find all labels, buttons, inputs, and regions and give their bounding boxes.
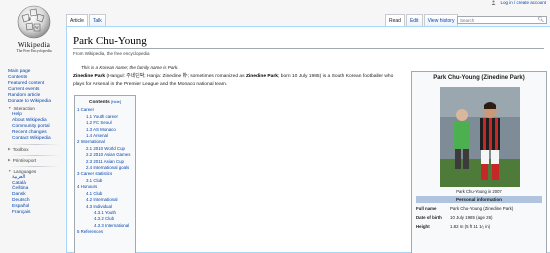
toc-item-link[interactable]: 4.3.2 Club [94, 216, 114, 221]
nav-main-page[interactable]: Main page [8, 69, 30, 74]
title-divider [73, 48, 544, 49]
toc-item-link[interactable]: 4.2 International [86, 197, 118, 202]
infobox-value: Park Chu-Young (Zinedine Park) [450, 206, 514, 211]
toc-item-link[interactable]: 3 Career statistics [77, 171, 112, 176]
toc-item-link[interactable]: 1.3 AS Monaco [86, 127, 116, 132]
hatnote: This is a Korean name; the family name i… [81, 65, 179, 70]
nav-featured-content[interactable]: Featured content [8, 81, 44, 86]
toc-item-link[interactable]: 1.2 FC Seoul [86, 120, 112, 125]
wikipedia-logo[interactable]: Ω W Wikipedia The Free Encyclopedia [6, 4, 62, 62]
toc-hide-link[interactable]: [hide] [111, 99, 121, 104]
toc-item-link[interactable]: 2.4 International goals [86, 165, 129, 170]
nav-random-article[interactable]: Random article [8, 93, 40, 98]
nav-current-events[interactable]: Current events [8, 87, 39, 92]
toc-item-link[interactable]: 2.3 2011 Asian Cup [86, 159, 124, 164]
expanded-triangle-icon: ▼ [8, 168, 12, 173]
player-photo[interactable] [440, 87, 520, 187]
photo-caption: Park Chu-Young in 2007 [456, 189, 502, 194]
nav-recent-changes[interactable]: Recent changes [12, 130, 47, 135]
nav-about[interactable]: About Wikipedia [12, 118, 47, 123]
lead-paragraph: Zinedine Park (Hangul: 주네딘박; Hanja: Zine… [73, 73, 403, 88]
toc-item-link[interactable]: 1.4 Arsenal [86, 133, 108, 138]
toc-item-link[interactable]: 4.3.1 Youth [94, 210, 116, 215]
nav-community-portal[interactable]: Community portal [12, 124, 50, 129]
lead-hangul: (Hangul: 주네딘박; Hanja: Zinedine 朴; someti… [106, 74, 245, 79]
search-input[interactable]: Search 🔍︎ [457, 16, 547, 24]
puzzle-globe-icon: Ω W [17, 5, 51, 39]
lang-link[interactable]: Dansk [12, 192, 26, 197]
toc-item-link[interactable]: 4.1 Club [86, 191, 102, 196]
toc-item-link[interactable]: 3.1 Club [86, 178, 102, 183]
tab-read[interactable]: Read [385, 14, 405, 26]
toc-item-link[interactable]: 4 Honours [77, 184, 97, 189]
sidebar: Ω W Wikipedia The Free Encyclopedia Main… [0, 0, 66, 253]
logo-tagline: The Free Encyclopedia [16, 49, 52, 53]
lang-link[interactable]: Español [12, 204, 29, 209]
nav-main: Main page Contents Featured content Curr… [8, 69, 60, 216]
table-of-contents: Contents [hide] 1 Career 1.1 Youth career… [74, 95, 136, 253]
svg-text:Ω: Ω [28, 16, 31, 21]
infobox-key: Date of birth [416, 215, 442, 220]
infobox-row: Height 1.82 m (5 ft 11 1⁄₂ in) [416, 224, 542, 229]
toc-item-link[interactable]: 2.1 2010 World Cup [86, 146, 125, 151]
toc-item-link[interactable]: 2 International [77, 139, 105, 144]
lead-name-alt: Zinedine Park [245, 74, 279, 79]
site-sub: From Wikipedia, the free encyclopedia [73, 51, 150, 56]
infobox-key: Height [416, 224, 430, 229]
infobox-row: Date of birth 10 July 1985 (age 26) [416, 215, 542, 220]
lang-link[interactable]: العربية [12, 175, 25, 180]
nav-contact[interactable]: Contact Wikipedia [12, 136, 51, 141]
page-title: Park Chu-Young [73, 35, 147, 47]
svg-text:W: W [35, 25, 39, 30]
infobox-row: Full name Park Chu-Young (Zinedine Park) [416, 206, 542, 211]
toc-item-link[interactable]: 1.1 Youth career [86, 114, 118, 119]
toolbox-heading[interactable]: ▶ Toolbox [8, 147, 60, 153]
infobox-value: 1.82 m (5 ft 11 1⁄₂ in) [450, 224, 491, 229]
player-photo-image [440, 87, 520, 187]
infobox-key: Full name [416, 206, 437, 211]
infobox-section-header: Personal information [416, 196, 542, 203]
lang-link[interactable]: Čeština [12, 186, 28, 191]
namespace-tabs: Article Talk [66, 14, 107, 26]
toc-title: Contents [hide] [89, 99, 121, 105]
languages-list: العربية Català Čeština Dansk Deutsch Esp… [8, 175, 60, 216]
nav-help[interactable]: Help [12, 112, 22, 117]
toc-item-link[interactable]: 4.3 Individual [86, 204, 112, 209]
search-icon[interactable]: 🔍︎ [538, 17, 544, 24]
divider [10, 165, 60, 167]
tab-edit[interactable]: Edit [405, 14, 423, 26]
lang-link[interactable]: Français [12, 210, 30, 215]
infobox-value: 10 July 1985 (age 26) [450, 215, 493, 220]
collapsed-triangle-icon: ▶ [8, 157, 11, 162]
tab-talk[interactable]: Talk [88, 14, 106, 26]
toc-list: 1 Career 1.1 Youth career 1.2 FC Seoul 1.3 … [77, 107, 133, 235]
toc-item-link[interactable]: 5 References [77, 229, 103, 234]
collapsed-triangle-icon: ▶ [8, 146, 11, 151]
view-tabs: Read Edit View history [385, 14, 459, 26]
nav-contents[interactable]: Contents [8, 75, 27, 80]
print-export-heading[interactable]: ▶ Print/export [8, 158, 60, 164]
toc-item-link[interactable]: 2.2 2010 Asian Games [86, 152, 130, 157]
tab-article[interactable]: Article [66, 14, 88, 26]
divider [10, 143, 60, 145]
user-icon [491, 0, 496, 5]
article-content: Park Chu-Young From Wikipedia, the free … [66, 26, 550, 253]
lang-link[interactable]: Deutsch [12, 198, 30, 203]
toc-item[interactable]: 5 References [77, 229, 133, 235]
divider [10, 154, 60, 156]
lang-link[interactable]: Català [12, 181, 26, 186]
logo-wordmark: Wikipedia [17, 41, 51, 49]
personal-tools: Log in / create account [491, 0, 546, 5]
lead-name: Zinedine Park [73, 74, 106, 79]
toc-item-link[interactable]: 1 Career [77, 107, 94, 112]
nav-donate[interactable]: Donate to Wikipedia [8, 99, 51, 104]
tab-view-history[interactable]: View history [423, 14, 459, 26]
infobox-title: Park Chu-Young (Zinedine Park) [433, 75, 525, 81]
login-link[interactable]: Log in / create account [500, 0, 546, 5]
infobox: Park Chu-Young (Zinedine Park) Park Chu-… [411, 71, 547, 253]
expanded-triangle-icon: ▼ [8, 106, 12, 111]
toc-item-link[interactable]: 4.3.3 International [94, 223, 129, 228]
